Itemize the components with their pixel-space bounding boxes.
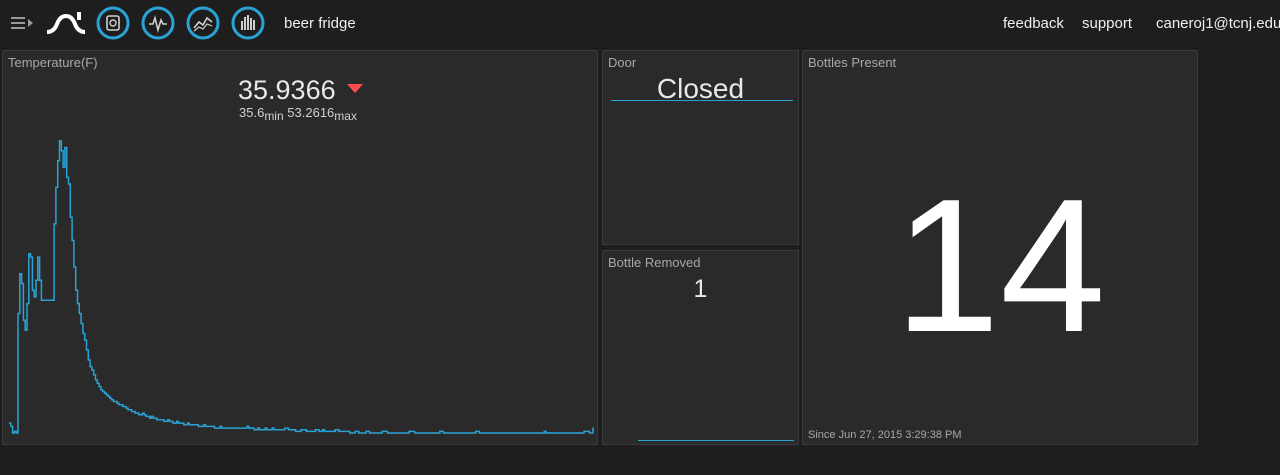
bottle-removed-baseline xyxy=(638,440,794,441)
temperature-panel: Temperature(F) 35.9366 35.6min 53.2616ma… xyxy=(2,50,598,445)
bottle-removed-panel: Bottle Removed 1 xyxy=(602,250,799,445)
feedback-link[interactable]: feedback xyxy=(1003,15,1064,32)
dashboard-title: beer fridge xyxy=(284,15,356,32)
bar-chart-icon[interactable] xyxy=(231,6,265,40)
top-bar: beer fridge feedback support caneroj1@tc… xyxy=(0,0,1280,48)
wave-logo-icon[interactable] xyxy=(44,8,88,40)
bottles-present-panel: Bottles Present 14 Since Jun 27, 2015 3:… xyxy=(802,50,1198,445)
bottles-present-since: Since Jun 27, 2015 3:29:38 PM xyxy=(808,429,962,441)
waveform-icon[interactable] xyxy=(141,6,175,40)
door-state-underline xyxy=(611,100,793,101)
bottles-present-value: 14 xyxy=(894,160,1106,372)
door-panel: Door Closed xyxy=(602,50,799,245)
support-link[interactable]: support xyxy=(1082,15,1132,32)
user-account-link[interactable]: caneroj1@tcnj.edu xyxy=(1156,15,1280,32)
temperature-series-line xyxy=(9,140,594,434)
temperature-chart xyxy=(9,140,594,434)
dashboard-icon[interactable] xyxy=(96,6,130,40)
hamburger-menu-icon[interactable] xyxy=(11,14,35,34)
line-chart-icon[interactable] xyxy=(186,6,220,40)
bottle-removed-panel-title: Bottle Removed xyxy=(608,255,701,270)
bottle-removed-value: 1 xyxy=(693,275,708,303)
door-panel-title: Door xyxy=(608,55,637,70)
bottles-present-panel-title: Bottles Present xyxy=(808,55,897,70)
